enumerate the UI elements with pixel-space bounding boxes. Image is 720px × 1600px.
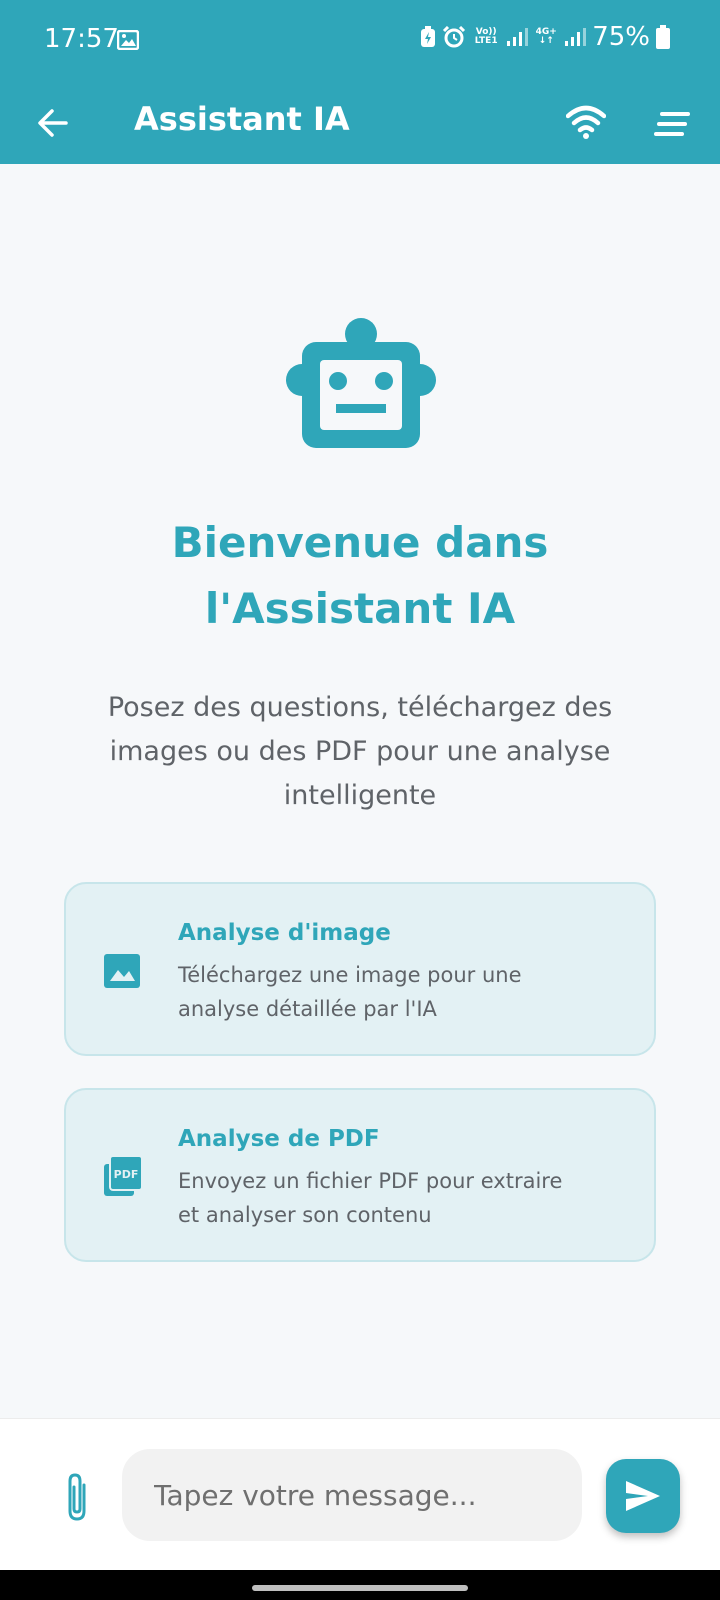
network-indicator-1: Vo)) LTE1: [474, 27, 498, 46]
page-title: Assistant IA: [134, 100, 350, 138]
app-bar: Assistant IA: [0, 82, 720, 164]
message-input[interactable]: [122, 1449, 582, 1541]
send-icon: [626, 1481, 660, 1511]
battery-saver-icon: [421, 26, 436, 47]
alarm-icon: [443, 26, 466, 48]
menu-icon[interactable]: [654, 110, 690, 138]
composer-bar: [0, 1418, 720, 1570]
card-title: Analyse de PDF: [178, 1126, 380, 1152]
wifi-icon[interactable]: [566, 104, 606, 140]
paperclip-icon[interactable]: [62, 1471, 92, 1523]
card-title: Analyse d'image: [178, 920, 391, 946]
gallery-notification-icon: [117, 30, 139, 50]
image-icon: [104, 954, 140, 988]
status-time: 17:57: [44, 24, 119, 54]
signal-icon-2: [565, 28, 587, 46]
arrow-back-icon[interactable]: [36, 106, 70, 140]
card-description: Téléchargez une image pour une analyse d…: [178, 963, 522, 1021]
send-button[interactable]: [606, 1459, 680, 1533]
card-description: Envoyez un fichier PDF pour extraire et …: [178, 1169, 563, 1227]
status-bar: 17:57 Vo)) LTE1 4G+ ↓↑ 75%: [0, 0, 720, 82]
battery-icon: [656, 25, 670, 49]
signal-icon: [507, 28, 529, 46]
network-indicator-2: 4G+ ↓↑: [535, 27, 557, 46]
pdf-icon: PDF: [104, 1155, 142, 1196]
welcome-title: Bienvenue dans l'Assistant IA: [171, 518, 549, 633]
battery-percent: 75%: [592, 22, 650, 52]
svg-text:PDF: PDF: [114, 1168, 139, 1181]
welcome-subtitle: Posez des questions, téléchargez des ima…: [107, 692, 613, 811]
home-gesture-handle[interactable]: [252, 1585, 468, 1591]
pdf-analysis-card[interactable]: PDF Analyse de PDF Envoyez un fichier PD…: [64, 1088, 656, 1262]
status-indicators: Vo)) LTE1 4G+ ↓↑ 75%: [420, 22, 670, 52]
system-nav-bar: [0, 1570, 720, 1600]
robot-icon: [286, 318, 436, 448]
image-analysis-card[interactable]: Analyse d'image Téléchargez une image po…: [64, 882, 656, 1056]
